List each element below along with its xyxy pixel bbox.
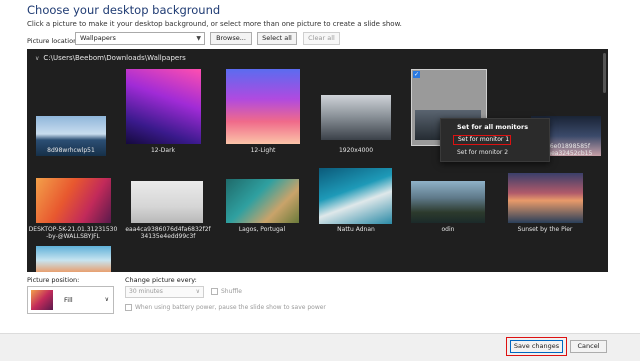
wallpaper-caption: Lagos, Portugal (238, 226, 286, 233)
wallpaper-thumb-partial[interactable] (36, 246, 111, 272)
scrollbar[interactable] (603, 53, 606, 93)
wallpaper-thumb-nattu-adnan[interactable] (319, 168, 392, 224)
checkmark-icon: ✓ (413, 71, 420, 78)
picture-position-select[interactable]: Fill ∨ (27, 286, 114, 314)
wallpaper-caption: 12-Dark (150, 147, 176, 154)
set-for-all-monitors-item[interactable]: Set for all monitors (457, 123, 528, 131)
set-for-monitor-1-item[interactable]: Set for monitor 1 (453, 135, 511, 145)
dialog-subtitle: Click a picture to make it your desktop … (27, 20, 402, 28)
save-changes-button[interactable]: Save changes (510, 340, 563, 353)
dialog-title: Choose your desktop background (27, 3, 221, 17)
wallpaper-caption: -by-@WALLSBYJFL (46, 233, 100, 240)
folder-path-label: C:\Users\Beebom\Downloads\Wallpapers (43, 54, 186, 62)
wallpaper-caption: 34135e4edd99c3f (140, 233, 196, 240)
wallpaper-caption: odin (441, 226, 455, 233)
clear-all-button[interactable]: Clear all (303, 32, 340, 45)
wallpaper-thumb-desktop-5k[interactable] (36, 178, 111, 223)
wallpaper-caption: 12-Light (250, 147, 276, 154)
folder-path[interactable]: ∨ C:\Users\Beebom\Downloads\Wallpapers (35, 54, 186, 62)
chevron-down-icon: ∨ (195, 288, 200, 295)
wallpaper-thumb-sunset-by-the-pier[interactable] (508, 173, 583, 223)
chevron-down-icon: ∨ (104, 296, 109, 303)
position-preview-icon (31, 290, 53, 310)
wallpaper-caption: eaa4ca9386076d4fa6832f2f (125, 226, 211, 233)
picture-position-value: Fill (64, 296, 73, 304)
battery-checkbox[interactable] (125, 304, 132, 311)
set-for-monitor-2-item[interactable]: Set for monitor 2 (457, 149, 508, 156)
picture-location-select[interactable]: Wallpapers ▼ (75, 32, 205, 45)
wallpaper-caption: Nattu Adnan (337, 226, 375, 233)
change-picture-label: Change picture every: (125, 276, 197, 284)
wallpaper-thumb-1920x4000[interactable] (321, 95, 391, 140)
wallpaper-caption: 1920x4000 (338, 147, 374, 154)
wallpaper-thumb-odin[interactable] (411, 181, 485, 223)
picture-location-value: Wallpapers (80, 34, 116, 42)
interval-value: 30 minutes (129, 288, 163, 295)
chevron-down-icon: ▼ (196, 35, 201, 42)
picture-location-label: Picture location: (27, 37, 80, 45)
battery-label: When using battery power, pause the slid… (135, 304, 326, 311)
context-menu: Set for all monitors Set for monitor 1 S… (440, 118, 550, 162)
wallpaper-thumb-12-light[interactable] (226, 69, 300, 144)
interval-select[interactable]: 30 minutes ∨ (125, 286, 204, 298)
picture-position-label: Picture position: (27, 276, 80, 284)
shuffle-checkbox[interactable] (211, 288, 218, 295)
wallpaper-caption: 8d98wrhcwlp51 (47, 147, 95, 154)
wallpaper-thumb-12-dark[interactable] (126, 69, 201, 144)
select-all-button[interactable]: Select all (257, 32, 297, 45)
browse-button[interactable]: Browse... (210, 32, 252, 45)
chevron-down-icon: ∨ (35, 55, 40, 62)
wallpaper-thumb-eaa4ca93[interactable] (131, 181, 203, 223)
wallpaper-caption: Sunset by the Pier (517, 226, 573, 233)
cancel-button[interactable]: Cancel (570, 340, 607, 353)
shuffle-label: Shuffle (221, 288, 242, 295)
wallpaper-thumb-lagos-portugal[interactable] (226, 179, 299, 223)
wallpaper-caption: DESKTOP-5K-21.01.31231530 (28, 226, 118, 233)
